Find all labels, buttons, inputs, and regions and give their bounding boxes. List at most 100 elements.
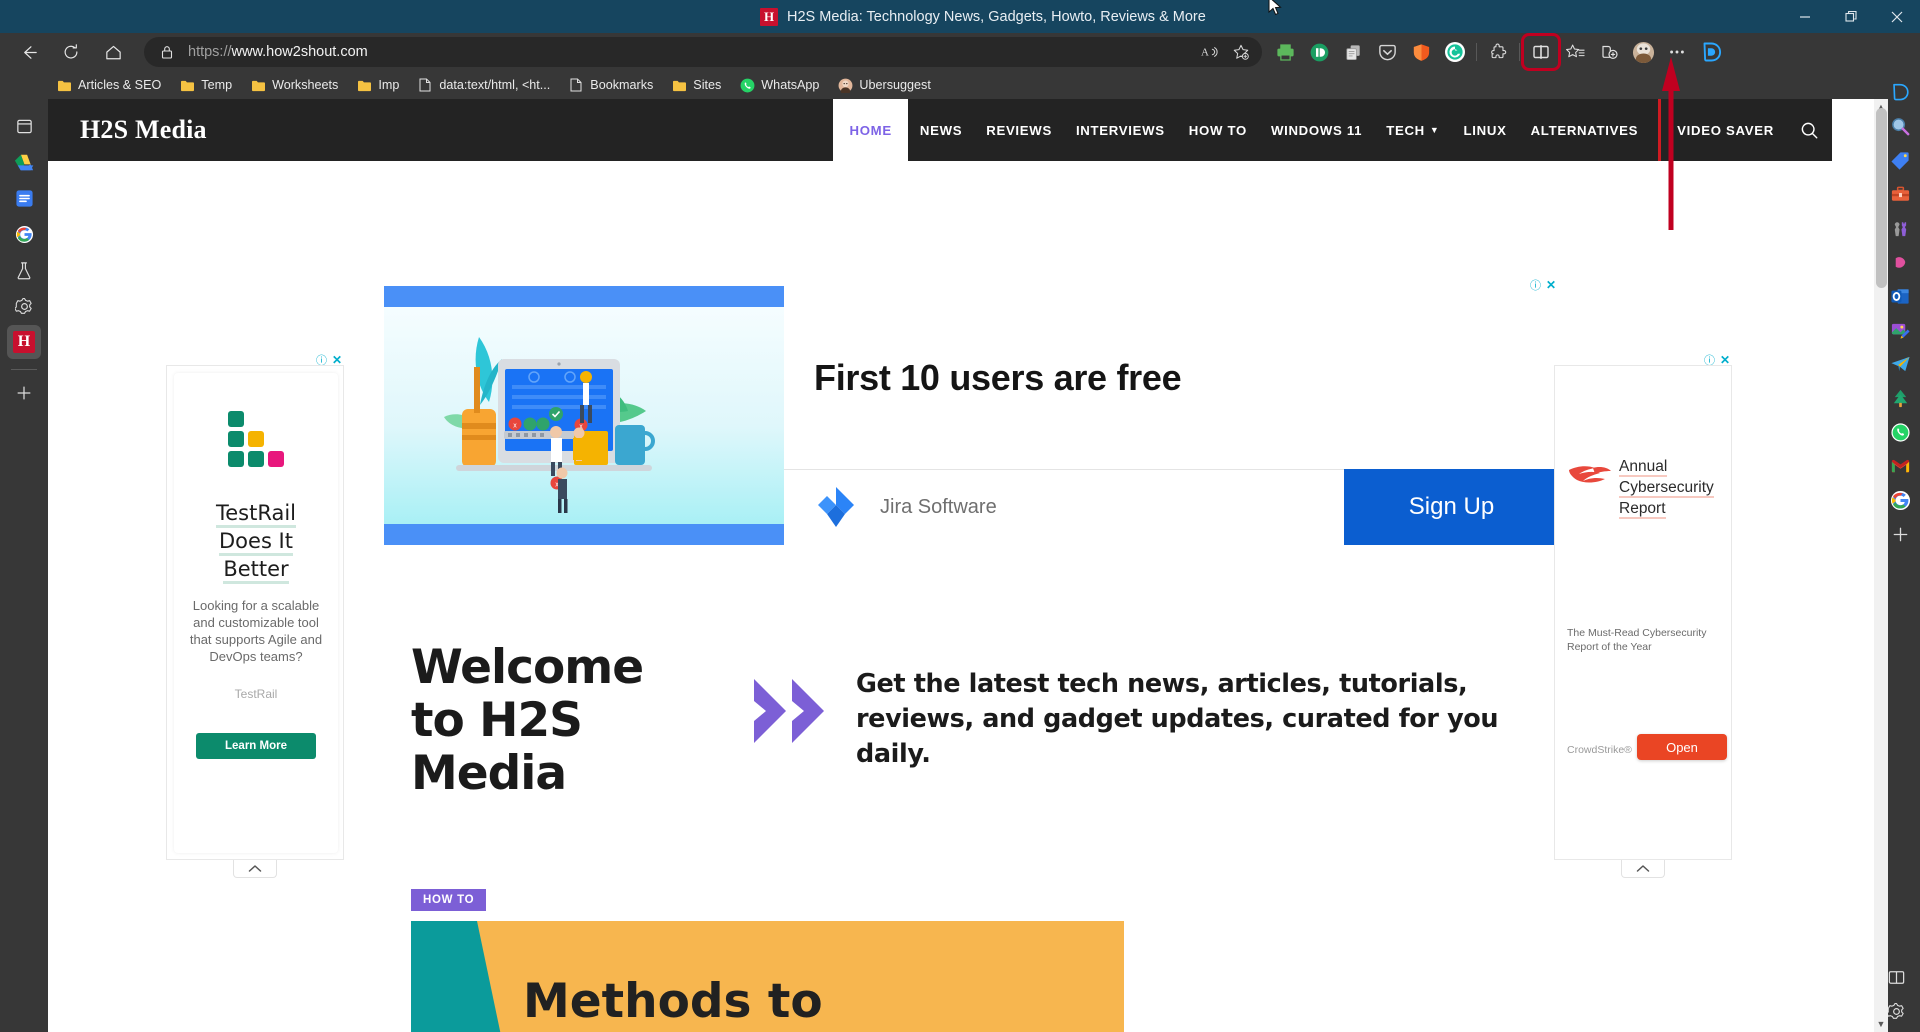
sidebar-item-google[interactable] bbox=[7, 217, 41, 251]
right-ad-collapse-button[interactable] bbox=[1621, 860, 1665, 878]
scrollbar-down-arrow[interactable]: ▼ bbox=[1874, 1016, 1888, 1032]
nav-item-alternatives[interactable]: ALTERNATIVES bbox=[1519, 99, 1651, 161]
address-bar[interactable]: https://www.how2shout.com A bbox=[144, 37, 1262, 67]
pipedrive-extension-icon[interactable] bbox=[1302, 36, 1336, 68]
ad-close-icon[interactable]: ✕ bbox=[1546, 278, 1556, 292]
banner-advertisement[interactable]: x x x First 10 users are free Jira Softw… bbox=[384, 275, 1559, 545]
testrail-ad-title: TestRail Does It Better bbox=[215, 499, 297, 584]
browser-toolbar: https://www.how2shout.com A bbox=[0, 33, 1920, 71]
sidebar-copilot-icon[interactable] bbox=[1884, 75, 1916, 109]
brave-shield-extension-icon[interactable] bbox=[1404, 36, 1438, 68]
nav-item-video-saver[interactable]: VIDEO SAVER bbox=[1665, 99, 1786, 161]
sidebar-item-google-drive[interactable] bbox=[7, 145, 41, 179]
sidebar-telegram-icon[interactable] bbox=[1884, 347, 1916, 381]
sidebar-item-google-docs[interactable] bbox=[7, 181, 41, 215]
active-tab[interactable]: H H2S Media: Technology News, Gadgets, H… bbox=[760, 7, 1206, 26]
site-logo[interactable]: H2S Media bbox=[80, 115, 207, 145]
bookmark-bookmarks[interactable]: Bookmarks bbox=[560, 74, 661, 96]
sidebar-whatsapp-icon[interactable] bbox=[1884, 415, 1916, 449]
back-button[interactable] bbox=[11, 37, 47, 67]
crowdstrike-ad-title: Annual Cybersecurity Report bbox=[1619, 456, 1714, 519]
bookmark-label: data:text/html, <ht... bbox=[439, 78, 551, 92]
left-ad-frame: TestRail Does It Better Looking for a sc… bbox=[166, 365, 344, 860]
copilot-button[interactable] bbox=[1694, 36, 1728, 68]
bookmark-ubersuggest[interactable]: Ubersuggest bbox=[829, 74, 938, 96]
nav-item-interviews[interactable]: INTERVIEWS bbox=[1064, 99, 1177, 161]
window-controls bbox=[1782, 0, 1920, 33]
copy-extension-icon[interactable] bbox=[1336, 36, 1370, 68]
nav-item-tech[interactable]: TECH ▼ bbox=[1374, 99, 1451, 161]
sidebar-gmail-icon[interactable] bbox=[1884, 449, 1916, 483]
sidebar-item-settings[interactable] bbox=[7, 289, 41, 323]
testrail-ad-cta-button[interactable]: Learn More bbox=[196, 733, 316, 759]
split-screen-button[interactable] bbox=[1521, 33, 1561, 71]
add-favorite-icon[interactable] bbox=[1226, 39, 1256, 65]
sidebar-item-add[interactable] bbox=[7, 376, 41, 410]
crowdstrike-ad-cta-button[interactable]: Open bbox=[1637, 734, 1727, 760]
testrail-ad[interactable]: TestRail Does It Better Looking for a sc… bbox=[174, 373, 338, 853]
restore-button[interactable] bbox=[1828, 0, 1874, 33]
printer-extension-icon[interactable] bbox=[1268, 36, 1302, 68]
nav-item-how-to[interactable]: HOW TO bbox=[1177, 99, 1259, 161]
ad-info-icon[interactable]: ⓘ bbox=[1530, 277, 1541, 293]
bookmark-sites[interactable]: Sites bbox=[663, 74, 729, 96]
sidebar-tree-icon[interactable] bbox=[1884, 381, 1916, 415]
read-aloud-icon[interactable]: A bbox=[1196, 39, 1226, 65]
sidebar-microsoft365-icon[interactable] bbox=[1884, 245, 1916, 279]
right-sidebar-advertisement[interactable]: ⓘ ✕ Annual Cybersecurity Report The Must… bbox=[1554, 352, 1732, 878]
sidebar-customize-icon[interactable] bbox=[1884, 517, 1916, 551]
banner-ad-controls: ⓘ ✕ bbox=[1530, 277, 1556, 293]
google-icon bbox=[15, 225, 33, 243]
minimize-button[interactable] bbox=[1782, 0, 1828, 33]
nav-item-home[interactable]: HOME bbox=[833, 99, 908, 161]
extensions-button[interactable] bbox=[1481, 36, 1515, 68]
bookmark-worksheets[interactable]: Worksheets bbox=[242, 74, 346, 96]
browser-window-icon bbox=[16, 119, 32, 133]
url-text[interactable]: https://www.how2shout.com bbox=[188, 44, 1196, 60]
refresh-button[interactable] bbox=[53, 37, 89, 67]
grammarly-extension-icon[interactable] bbox=[1438, 36, 1472, 68]
left-sidebar-advertisement[interactable]: ⓘ ✕ TestRail Does It Better Looking for … bbox=[166, 352, 344, 878]
home-button[interactable] bbox=[95, 37, 131, 67]
pocket-extension-icon[interactable] bbox=[1370, 36, 1404, 68]
testrail-logo-icon bbox=[228, 411, 284, 467]
sidebar-outlook-icon[interactable] bbox=[1884, 279, 1916, 313]
bookmark-temp[interactable]: Temp bbox=[171, 74, 240, 96]
left-ad-collapse-button[interactable] bbox=[233, 860, 277, 878]
sidebar-google-icon[interactable] bbox=[1884, 483, 1916, 517]
site-search-button[interactable] bbox=[1786, 99, 1832, 161]
sidebar-item-labs[interactable] bbox=[7, 253, 41, 287]
favorites-button[interactable] bbox=[1558, 36, 1592, 68]
banner-ad-cta-button[interactable]: Sign Up bbox=[1344, 469, 1559, 545]
page-scrollbar-thumb[interactable] bbox=[1876, 108, 1887, 288]
article-category-badge[interactable]: HOW TO bbox=[411, 889, 487, 911]
banner-ad-brand: Jira Software bbox=[814, 469, 997, 545]
sidebar-item-h2s-media[interactable]: H bbox=[7, 325, 41, 359]
sidebar-tools-icon[interactable] bbox=[1884, 177, 1916, 211]
nav-item-windows-11[interactable]: WINDOWS 11 bbox=[1259, 99, 1374, 161]
bookmark-imp[interactable]: Imp bbox=[348, 74, 407, 96]
tab-favicon: H bbox=[760, 7, 778, 26]
sidebar-games-icon[interactable] bbox=[1884, 211, 1916, 245]
nav-item-linux[interactable]: LINUX bbox=[1452, 99, 1519, 161]
close-button[interactable] bbox=[1874, 0, 1920, 33]
banner-ad-brand-name: Jira Software bbox=[880, 495, 997, 518]
testrail-title-line-3: Better bbox=[223, 557, 289, 584]
sidebar-shopping-icon[interactable] bbox=[1884, 143, 1916, 177]
url-host: www.how2shout.com bbox=[231, 44, 368, 60]
bookmark-label: Articles & SEO bbox=[78, 78, 162, 92]
sidebar-item-browser-essentials[interactable] bbox=[7, 109, 41, 143]
bookmark-data-url[interactable]: data:text/html, <ht... bbox=[409, 74, 558, 96]
sidebar-designer-icon[interactable] bbox=[1884, 313, 1916, 347]
collections-button[interactable] bbox=[1592, 36, 1626, 68]
article-thumbnail[interactable]: Methods to create a PDF bbox=[411, 921, 1124, 1032]
site-navigation: HOME NEWS REVIEWS INTERVIEWS HOW TO WIND… bbox=[833, 99, 1832, 161]
nav-item-reviews[interactable]: REVIEWS bbox=[974, 99, 1064, 161]
search-icon bbox=[1801, 122, 1817, 138]
sidebar-search-icon[interactable] bbox=[1884, 109, 1916, 143]
jira-logo-icon bbox=[818, 487, 854, 527]
profile-avatar[interactable] bbox=[1626, 36, 1660, 68]
bookmark-articles-seo[interactable]: Articles & SEO bbox=[48, 74, 169, 96]
nav-item-news[interactable]: NEWS bbox=[908, 99, 974, 161]
bookmark-whatsapp[interactable]: WhatsApp bbox=[731, 74, 827, 96]
